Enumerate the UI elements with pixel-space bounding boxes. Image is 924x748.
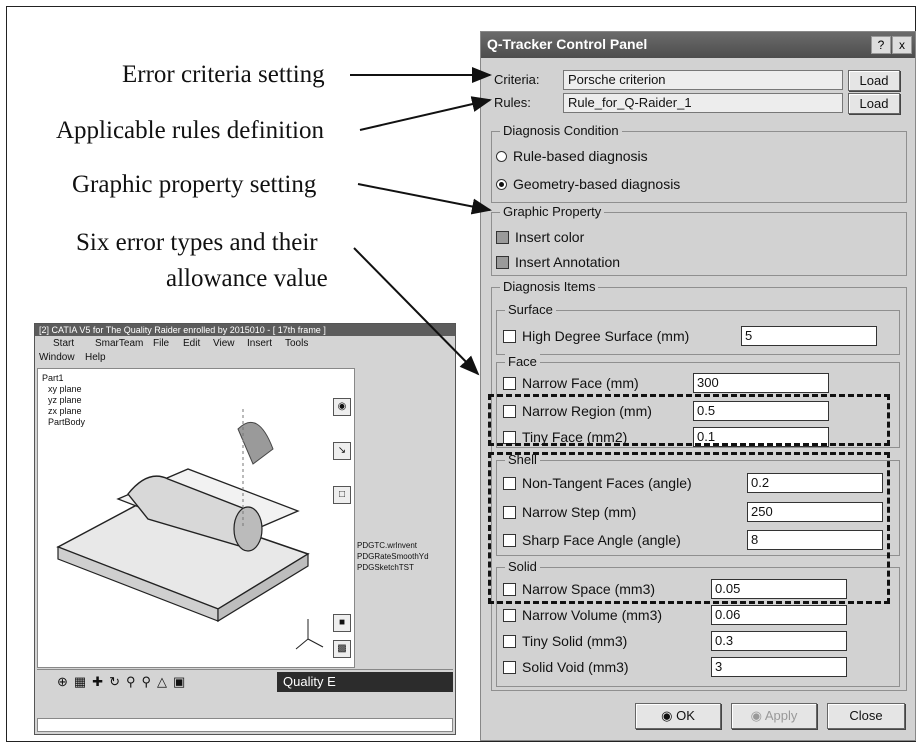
- tiny-solid-option[interactable]: Tiny Solid (mm3): [503, 633, 627, 649]
- insert-color-checkbox[interactable]: [496, 230, 509, 244]
- solid-void-label: Solid Void (mm3): [522, 659, 629, 675]
- catia-constraint-icon[interactable]: □: [333, 486, 351, 504]
- tiny-solid-label: Tiny Solid (mm3): [522, 633, 628, 649]
- face-title: Face: [505, 354, 540, 369]
- insert-annotation-option[interactable]: Insert Annotation: [496, 254, 620, 270]
- rule-based-radio[interactable]: [496, 150, 507, 162]
- high-degree-surface-input[interactable]: 5: [741, 326, 877, 346]
- catia-select-icon[interactable]: ↘: [333, 442, 351, 460]
- close-window-button[interactable]: x: [892, 36, 912, 54]
- criteria-load-button[interactable]: Load: [848, 70, 900, 91]
- insert-color-option[interactable]: Insert color: [496, 229, 584, 245]
- graphic-property-title: Graphic Property: [500, 204, 605, 219]
- menu-help[interactable]: Help: [85, 352, 106, 363]
- surface-title: Surface: [505, 302, 556, 317]
- close-button[interactable]: Close: [827, 703, 905, 729]
- diagnosis-items-title: Diagnosis Items: [500, 279, 599, 294]
- menu-file[interactable]: File: [153, 338, 169, 349]
- annotation-error-criteria: Error criteria setting: [122, 61, 325, 88]
- ok-icon: ◉: [661, 708, 677, 723]
- apply-button[interactable]: ◉ Apply: [731, 703, 817, 729]
- catia-sketch-icon[interactable]: ◉: [333, 398, 351, 416]
- insert-annotation-label: Insert Annotation: [515, 254, 621, 270]
- narrow-volume-checkbox[interactable]: [503, 608, 516, 622]
- criteria-label: Criteria:: [494, 72, 540, 87]
- diagnosis-condition-group: Diagnosis Condition Rule-based diagnosis…: [491, 123, 907, 203]
- side-list-item[interactable]: PDGRateSmoothYd: [357, 551, 429, 562]
- insert-annotation-checkbox[interactable]: [496, 255, 509, 269]
- graphic-property-group: Graphic Property Insert color Insert Ann…: [491, 204, 907, 276]
- menu-smarteam[interactable]: SmarTeam: [95, 338, 143, 349]
- apply-icon: ◉: [750, 708, 765, 723]
- narrow-volume-label: Narrow Volume (mm3): [522, 607, 663, 623]
- tiny-solid-input[interactable]: 0.3: [711, 631, 847, 651]
- highlight-shell-solid-box: [488, 452, 890, 604]
- panel-titlebar[interactable]: Q-Tracker Control Panel ? x: [481, 32, 915, 58]
- geometry-based-radio[interactable]: [496, 178, 507, 190]
- menu-start[interactable]: Start: [53, 338, 74, 349]
- side-list-item[interactable]: PDGTC.wrlnvent: [357, 540, 429, 551]
- catia-tool-icon-2[interactable]: ▩: [333, 640, 351, 658]
- rule-based-label: Rule-based diagnosis: [513, 148, 648, 164]
- diagnosis-condition-title: Diagnosis Condition: [500, 123, 622, 138]
- view-toolbar-icons[interactable]: ⊕▦✚↻⚲⚲△▣: [57, 674, 191, 690]
- side-list-item[interactable]: PDGSketchTST: [357, 562, 429, 573]
- catia-title: [2] CATIA V5 for The Quality Raider enro…: [35, 324, 455, 336]
- catia-side-list: PDGTC.wrlnvent PDGRateSmoothYd PDGSketch…: [357, 540, 429, 573]
- solid-void-option[interactable]: Solid Void (mm3): [503, 659, 629, 675]
- ok-label: OK: [676, 708, 695, 723]
- catia-statusbar: [37, 718, 453, 732]
- apply-label: Apply: [764, 708, 798, 723]
- high-degree-surface-option[interactable]: High Degree Surface (mm): [503, 328, 689, 344]
- rule-based-option[interactable]: Rule-based diagnosis: [496, 148, 648, 164]
- menu-edit[interactable]: Edit: [183, 338, 200, 349]
- annotation-six-types-line1: Six error types and their: [76, 229, 318, 256]
- menu-insert[interactable]: Insert: [247, 338, 272, 349]
- narrow-volume-option[interactable]: Narrow Volume (mm3): [503, 607, 662, 623]
- high-degree-surface-label: High Degree Surface (mm): [522, 328, 690, 344]
- ok-button[interactable]: ◉ OK: [635, 703, 721, 729]
- geometry-based-label: Geometry-based diagnosis: [513, 176, 681, 192]
- catia-tool-icon-1[interactable]: ■: [333, 614, 351, 632]
- quality-toolbar[interactable]: Quality E: [277, 672, 453, 692]
- part-3d-model: [56, 409, 324, 650]
- menu-window[interactable]: Window: [39, 352, 75, 363]
- narrow-face-input[interactable]: 300: [693, 373, 829, 393]
- solid-void-checkbox[interactable]: [503, 660, 516, 674]
- high-degree-surface-checkbox[interactable]: [503, 329, 516, 343]
- rules-field[interactable]: Rule_for_Q-Raider_1: [563, 93, 843, 113]
- insert-color-label: Insert color: [515, 229, 585, 245]
- narrow-face-label: Narrow Face (mm): [522, 375, 639, 391]
- catia-window: [2] CATIA V5 for The Quality Raider enro…: [34, 323, 456, 735]
- solid-void-input[interactable]: 3: [711, 657, 847, 677]
- annotation-applicable-rules: Applicable rules definition: [56, 117, 324, 144]
- criteria-field[interactable]: Porsche criterion: [563, 70, 843, 90]
- narrow-volume-input[interactable]: 0.06: [711, 605, 847, 625]
- menu-view[interactable]: View: [213, 338, 235, 349]
- q-tracker-control-panel: Q-Tracker Control Panel ? x Criteria: Po…: [480, 31, 916, 741]
- annotation-graphic-property: Graphic property setting: [72, 171, 317, 198]
- highlight-face-box: [488, 394, 890, 446]
- help-button[interactable]: ?: [871, 36, 891, 54]
- catia-viewport[interactable]: Part1 xy plane yz plane zx plane PartBod…: [37, 368, 355, 668]
- tiny-solid-checkbox[interactable]: [503, 634, 516, 648]
- geometry-based-option[interactable]: Geometry-based diagnosis: [496, 176, 680, 192]
- menu-tools[interactable]: Tools: [285, 338, 308, 349]
- narrow-face-checkbox[interactable]: [503, 376, 516, 390]
- narrow-face-option[interactable]: Narrow Face (mm): [503, 375, 639, 391]
- annotation-six-types-line2: allowance value: [166, 265, 328, 292]
- surface-group: Surface High Degree Surface (mm) 5: [496, 302, 900, 355]
- rules-label: Rules:: [494, 95, 531, 110]
- panel-title: Q-Tracker Control Panel: [487, 36, 648, 52]
- rules-load-button[interactable]: Load: [848, 93, 900, 114]
